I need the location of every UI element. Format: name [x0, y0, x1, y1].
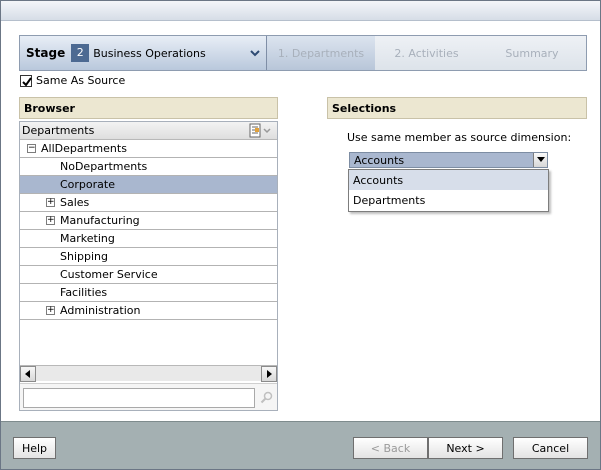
source-dimension-value: Accounts	[354, 153, 405, 167]
tree-row-label: Corporate	[60, 178, 115, 191]
selections-header: Selections	[327, 97, 587, 119]
step-departments[interactable]: 1. Departments	[267, 36, 375, 70]
search-input[interactable]	[23, 388, 255, 408]
help-button[interactable]: Help	[13, 437, 56, 459]
browser-panel: Departments − AllDepartments NoDepartmen…	[19, 121, 278, 411]
dropdown-option-accounts[interactable]: Accounts	[349, 170, 548, 190]
step-summary[interactable]: Summary	[478, 36, 586, 70]
tree-row-label: Marketing	[60, 232, 115, 245]
expand-icon[interactable]: +	[46, 216, 55, 225]
stage-label: Stage	[26, 46, 66, 60]
tree-row-shipping[interactable]: Shipping	[20, 248, 277, 266]
tree-row-label: Sales	[60, 196, 90, 209]
back-button[interactable]: < Back	[353, 437, 428, 459]
chevron-down-icon	[536, 157, 545, 162]
same-as-source-label: Same As Source	[36, 74, 126, 87]
tree-row-nodepartments[interactable]: NoDepartments	[20, 158, 277, 176]
selections-title: Selections	[332, 101, 397, 115]
tree-row-administration[interactable]: + Administration	[20, 302, 277, 320]
step-activities-label: 2. Activities	[394, 46, 459, 60]
browser-header: Browser	[19, 97, 278, 119]
wizard-footer: Help < Back Next > Cancel	[1, 421, 600, 469]
dropdown-button[interactable]	[533, 153, 547, 167]
step-departments-label: 1. Departments	[277, 46, 365, 60]
dropdown-option-departments[interactable]: Departments	[349, 190, 548, 210]
same-as-source-option[interactable]: Same As Source	[20, 74, 125, 87]
scroll-right-button[interactable]	[261, 366, 277, 382]
tree-row-corporate[interactable]: Corporate	[20, 176, 277, 194]
tree-row-label: NoDepartments	[60, 160, 148, 173]
title-bar	[1, 1, 600, 21]
scroll-track[interactable]	[36, 366, 261, 381]
tree-row-label: Administration	[60, 304, 141, 317]
expand-icon[interactable]: +	[46, 198, 55, 207]
expand-icon[interactable]: +	[46, 306, 55, 315]
step-activities[interactable]: 2. Activities	[375, 36, 478, 70]
stage-number-badge: 2	[71, 44, 90, 62]
search-icon[interactable]	[260, 391, 273, 404]
tree-row-alldepartments[interactable]: − AllDepartments	[20, 140, 277, 158]
cancel-button[interactable]: Cancel	[513, 437, 588, 459]
chevron-down-icon[interactable]	[248, 46, 262, 60]
department-tree: − AllDepartments NoDepartments Corporate…	[20, 140, 277, 320]
dimension-menu-icon[interactable]	[249, 123, 273, 138]
tree-row-label: Customer Service	[60, 268, 158, 281]
check-icon	[22, 76, 32, 87]
stage-selector[interactable]: Stage 2 Business Operations	[20, 36, 267, 70]
browser-title: Browser	[24, 101, 75, 115]
arrow-right-icon	[267, 370, 272, 378]
wizard-window: Stage 2 Business Operations 1. Departmen…	[0, 0, 601, 470]
tree-row-label: Shipping	[60, 250, 108, 263]
tree-row-marketing[interactable]: Marketing	[20, 230, 277, 248]
collapse-icon[interactable]: −	[27, 144, 36, 153]
tree-row-manufacturing[interactable]: + Manufacturing	[20, 212, 277, 230]
stage-train: Stage 2 Business Operations 1. Departmen…	[19, 35, 587, 71]
tree-row-label: Manufacturing	[60, 214, 140, 227]
step-summary-label: Summary	[505, 46, 559, 60]
dimension-label: Departments	[22, 124, 95, 137]
tree-row-label: AllDepartments	[41, 142, 127, 155]
tree-row-customer-service[interactable]: Customer Service	[20, 266, 277, 284]
arrow-left-icon	[25, 370, 30, 378]
tree-row-facilities[interactable]: Facilities	[20, 284, 277, 302]
tree-row-sales[interactable]: + Sales	[20, 194, 277, 212]
next-button[interactable]: Next >	[428, 437, 503, 459]
source-dimension-prompt: Use same member as source dimension:	[347, 131, 572, 144]
source-dimension-dropdown: Accounts Departments	[348, 169, 549, 212]
horizontal-scrollbar[interactable]	[20, 365, 277, 382]
tree-row-label: Facilities	[60, 286, 108, 299]
scroll-left-button[interactable]	[20, 366, 36, 382]
dimension-selector[interactable]: Departments	[20, 122, 277, 140]
source-dimension-select[interactable]: Accounts	[349, 152, 548, 168]
search-row	[20, 383, 277, 410]
stage-name: Business Operations	[93, 46, 206, 60]
same-as-source-checkbox[interactable]	[20, 74, 32, 87]
